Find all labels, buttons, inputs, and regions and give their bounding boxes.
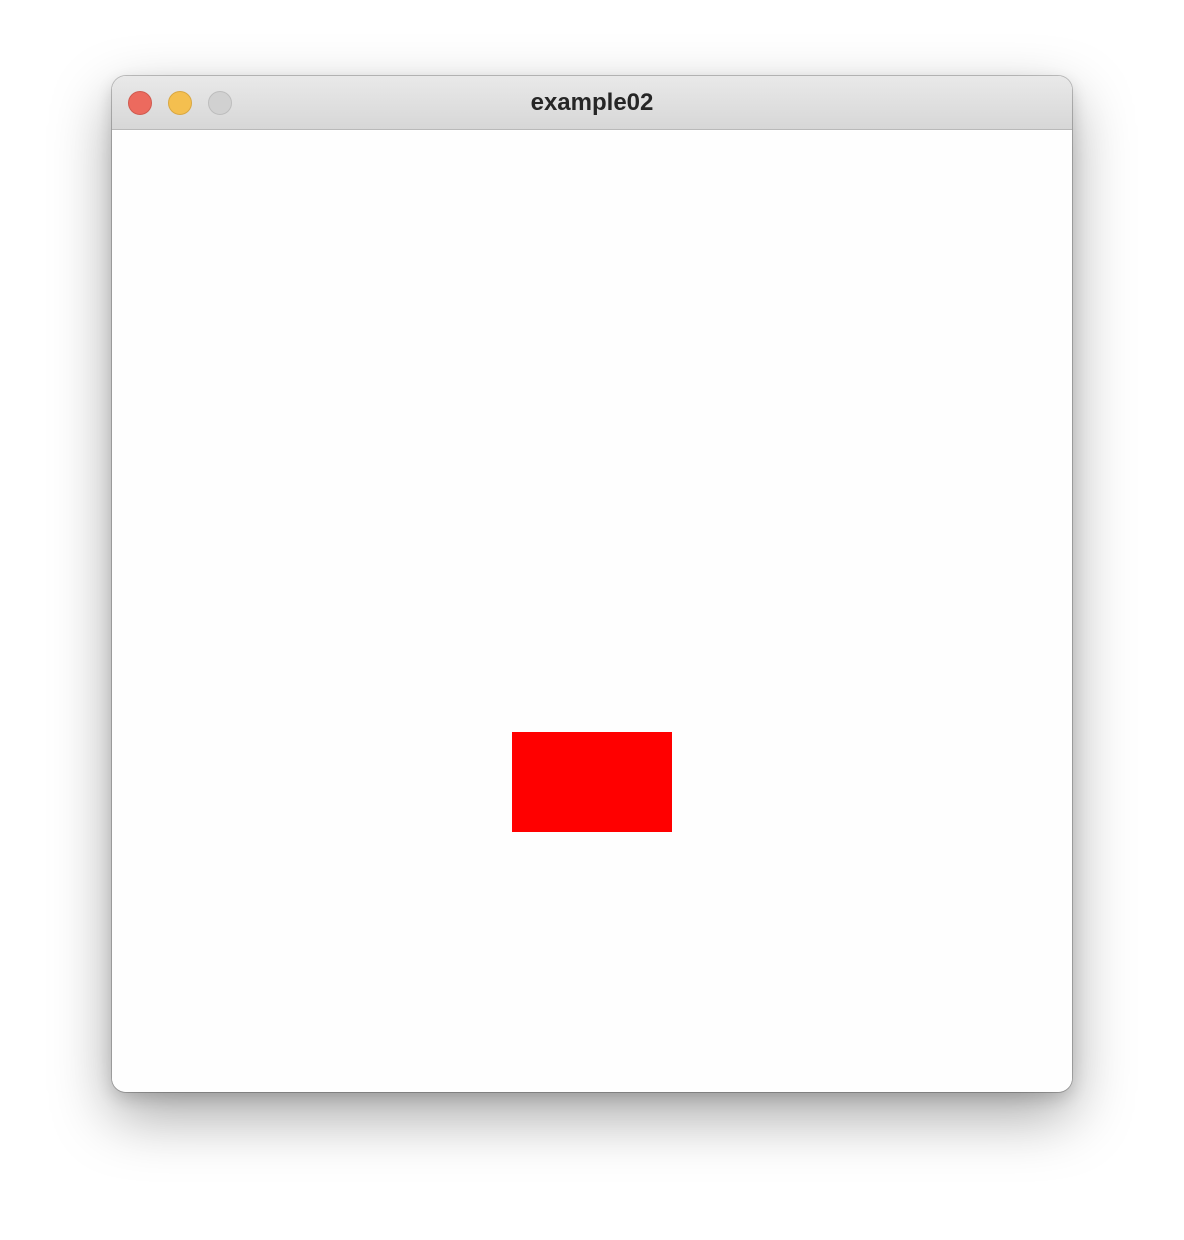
drawing-canvas[interactable] xyxy=(112,131,1072,1092)
red-rectangle xyxy=(512,732,672,832)
app-window: example02 xyxy=(112,76,1072,1092)
window-title: example02 xyxy=(530,89,654,116)
title-bar[interactable]: example02 xyxy=(112,76,1072,130)
